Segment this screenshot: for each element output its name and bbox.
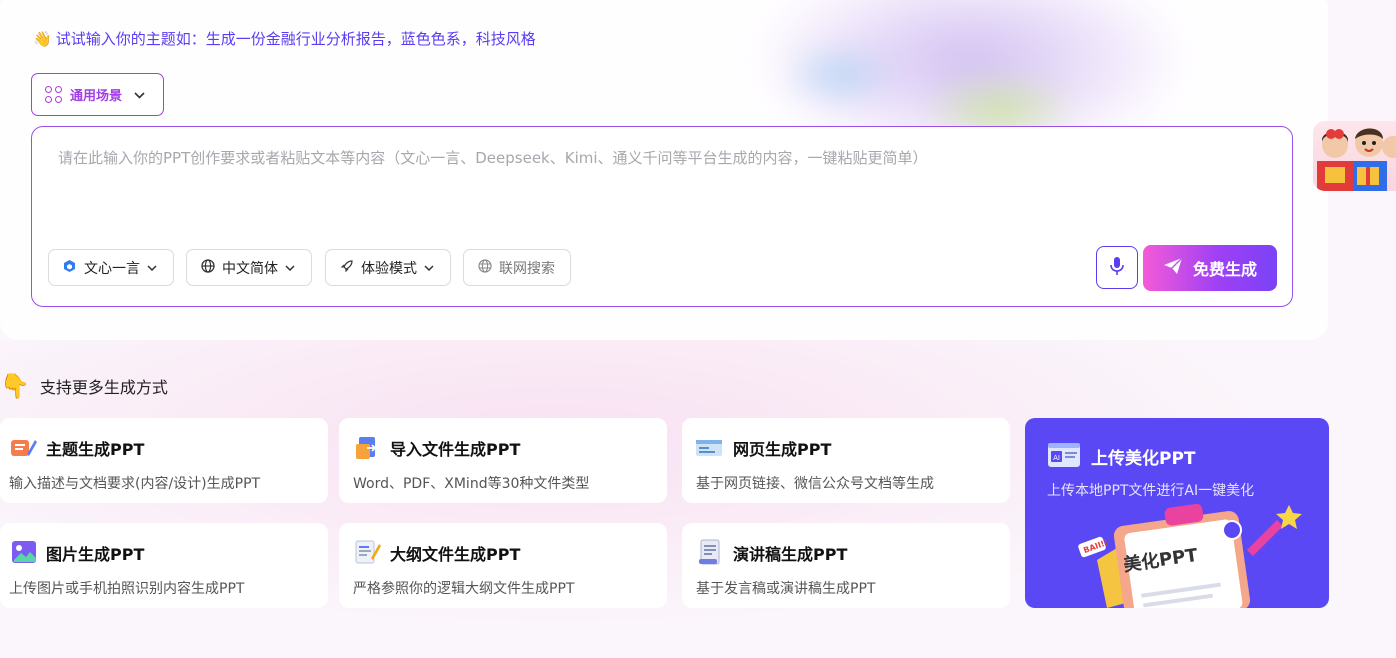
language-dropdown[interactable]: 中文简体 — [186, 249, 312, 286]
speech-icon — [696, 538, 724, 566]
svg-text:AI: AI — [1053, 454, 1060, 462]
method-card-speech[interactable]: 演讲稿生成PPT 基于发言稿或演讲稿生成PPT — [682, 523, 1010, 608]
method-card-title: 演讲稿生成PPT — [733, 545, 848, 564]
model-label: 文心一言 — [84, 260, 140, 277]
method-card-import-file[interactable]: 导入文件生成PPT Word、PDF、XMind等30种文件类型 — [339, 418, 667, 503]
web-search-label: 联网搜索 — [499, 260, 555, 277]
voice-input-button[interactable] — [1096, 246, 1138, 289]
globe-icon — [200, 258, 215, 277]
rocket-icon — [339, 259, 354, 277]
method-card-title: 大纲文件生成PPT — [390, 545, 521, 564]
method-card-title: 图片生成PPT — [46, 545, 145, 564]
method-card-desc: 基于发言稿或演讲稿生成PPT — [696, 581, 876, 597]
method-card-desc: 输入描述与文档要求(内容/设计)生成PPT — [9, 476, 261, 492]
method-card-desc: Word、PDF、XMind等30种文件类型 — [353, 476, 590, 492]
microphone-icon — [1109, 256, 1125, 280]
method-card-desc: 严格参照你的逻辑大纲文件生成PPT — [353, 581, 575, 597]
method-card-desc: 上传图片或手机拍照识别内容生成PPT — [9, 581, 245, 597]
chevron-down-icon — [147, 261, 157, 274]
ai-window-icon: AI — [1047, 442, 1081, 472]
example-hint: 👋 试试输入你的主题如：生成一份金融行业分析报告，蓝色色系，科技风格 — [33, 28, 536, 49]
method-card-title: 主题生成PPT — [46, 440, 145, 459]
method-card-outline[interactable]: 大纲文件生成PPT 严格参照你的逻辑大纲文件生成PPT — [339, 523, 667, 608]
more-methods-heading: 👇 支持更多生成方式 — [0, 372, 168, 400]
method-card-topic[interactable]: 主题生成PPT 输入描述与文档要求(内容/设计)生成PPT — [0, 418, 328, 503]
method-card-webpage[interactable]: 网页生成PPT 基于网页链接、微信公众号文档等生成 — [682, 418, 1010, 503]
scene-dropdown-label: 通用场景 — [70, 89, 123, 104]
outline-icon — [353, 538, 381, 566]
chevron-down-icon — [285, 261, 295, 274]
method-card-title: 网页生成PPT — [733, 440, 832, 459]
method-card-title: 导入文件生成PPT — [390, 440, 521, 459]
clipboard-illustration: 美化PPT BAII!! — [1077, 500, 1307, 608]
prompt-textarea[interactable] — [58, 147, 1258, 227]
language-label: 中文简体 — [222, 260, 278, 277]
scene-dropdown[interactable]: 通用场景 — [31, 73, 164, 116]
chevron-down-icon — [134, 88, 145, 102]
chevron-down-icon — [424, 261, 434, 274]
pencil-board-icon — [9, 434, 37, 462]
web-globe-icon — [477, 258, 492, 277]
model-dropdown[interactable]: 文心一言 — [48, 249, 174, 286]
beautify-card-desc: 上传本地PPT文件进行AI一键美化 — [1047, 483, 1255, 499]
webpage-icon — [695, 434, 723, 462]
beautify-ppt-card[interactable]: AI 上传美化PPT 上传本地PPT文件进行AI一键美化 美化PPT BAII!… — [1025, 418, 1329, 608]
prompt-input-box: 文心一言 中文简体 体验模式 联网搜索 — [31, 126, 1293, 307]
pointing-down-icon: 👇 — [0, 372, 30, 400]
mode-dropdown[interactable]: 体验模式 — [325, 249, 451, 286]
grid-icon — [45, 86, 62, 103]
beautify-card-title: 上传美化PPT — [1091, 449, 1196, 469]
file-import-icon — [353, 434, 381, 462]
image-icon — [11, 538, 39, 566]
mode-label: 体验模式 — [361, 260, 417, 277]
decorative-blur — [780, 40, 900, 110]
send-icon — [1163, 257, 1183, 279]
mascot-illustration[interactable] — [1313, 121, 1396, 191]
example-hint-text: 试试输入你的主题如：生成一份金融行业分析报告，蓝色色系，科技风格 — [55, 30, 536, 48]
method-card-desc: 基于网页链接、微信公众号文档等生成 — [696, 476, 934, 492]
web-search-toggle[interactable]: 联网搜索 — [463, 249, 571, 286]
more-methods-title: 支持更多生成方式 — [39, 378, 168, 397]
waving-hand-icon: 👋 — [33, 29, 52, 48]
method-card-image[interactable]: 图片生成PPT 上传图片或手机拍照识别内容生成PPT — [0, 523, 328, 608]
generate-button[interactable]: 免费生成 — [1143, 245, 1277, 291]
generate-label: 免费生成 — [1192, 260, 1257, 279]
cube-icon — [62, 259, 77, 277]
